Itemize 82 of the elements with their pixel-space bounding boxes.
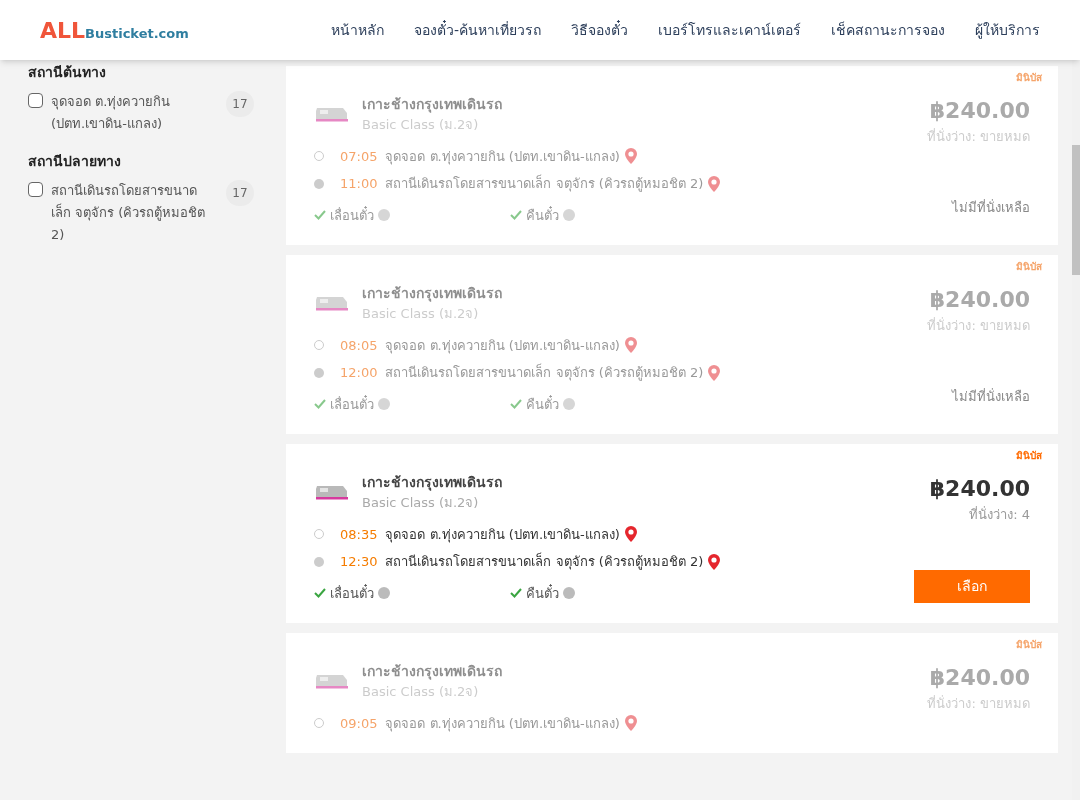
nav-link[interactable]: วิธีจองตั๋ว bbox=[571, 19, 628, 41]
map-pin-icon bbox=[623, 147, 638, 166]
operator-name: เกาะช้างกรุงเทพเดินรถ bbox=[362, 662, 502, 682]
trip-price: ฿240.00 bbox=[929, 664, 1030, 692]
vehicle-type: มินิบัส bbox=[1016, 71, 1042, 85]
stop-time: 11:00 bbox=[340, 175, 378, 193]
bus-logo-icon bbox=[314, 672, 350, 691]
feature-label: คืนตั๋ว bbox=[526, 394, 559, 414]
bus-class: Basic Class (ม.2จ) bbox=[362, 494, 480, 512]
filter-option-label: จุดจอด ต.ทุ่งควายกิน (ปตท.เขาดิน-แกลง) bbox=[51, 93, 172, 133]
check-icon bbox=[510, 210, 522, 221]
count-badge: 17 bbox=[226, 91, 254, 117]
operator-name: เกาะช้างกรุงเทพเดินรถ bbox=[362, 95, 502, 115]
trip-price: ฿240.00 bbox=[929, 97, 1030, 125]
feature-label: เลื่อนตั๋ว bbox=[330, 394, 374, 414]
timeline-start-icon bbox=[314, 340, 324, 351]
timeline-start-icon bbox=[314, 529, 324, 540]
stop-time: 07:05 bbox=[340, 147, 378, 166]
check-icon bbox=[510, 588, 522, 599]
stop-name: จุดจอด ต.ทุ่งควายกิน (ปตท.เขาดิน-แกลง) bbox=[385, 525, 620, 544]
vehicle-type: มินิบัส bbox=[1016, 260, 1042, 274]
stop-time: 12:30 bbox=[340, 553, 378, 571]
trip-price: ฿240.00 bbox=[929, 286, 1030, 314]
map-pin-icon bbox=[623, 336, 638, 355]
vehicle-type: มินิบัส bbox=[1016, 638, 1042, 652]
operator-name: เกาะช้างกรุงเทพเดินรถ bbox=[362, 473, 502, 493]
stop-time: 08:05 bbox=[340, 336, 378, 355]
nav-link[interactable]: เบอร์โทรและเคาน์เตอร์ bbox=[658, 19, 801, 41]
operator-name: เกาะช้างกรุงเทพเดินรถ bbox=[362, 284, 502, 304]
sold-out-text: ไม่มีที่นั่งเหลือ bbox=[952, 387, 1030, 406]
stop-time: 09:05 bbox=[340, 714, 378, 733]
seats-available: ที่นั่งว่าง: 4 bbox=[969, 505, 1030, 524]
filter-heading: สถานีต้นทาง bbox=[28, 63, 107, 82]
timeline-end-icon bbox=[314, 556, 324, 567]
filter-heading: สถานีปลายทาง bbox=[28, 152, 122, 171]
check-icon bbox=[510, 399, 522, 410]
vehicle-type: มินิบัส bbox=[1016, 449, 1042, 463]
info-icon bbox=[378, 209, 390, 222]
stop-time: 12:00 bbox=[340, 364, 378, 382]
sold-out-text: ไม่มีที่นั่งเหลือ bbox=[952, 198, 1030, 217]
stop-name: สถานีเดินรถโดยสารขนาดเล็ก จตุจักร (คิวรถตู้หมอชิต 2) bbox=[385, 363, 704, 383]
timeline-start-icon bbox=[314, 151, 324, 162]
nav-link[interactable]: เช็คสถานะการจอง bbox=[831, 19, 945, 41]
bus-logo-icon bbox=[314, 294, 350, 313]
scrollbar-thumb[interactable] bbox=[1072, 145, 1080, 275]
nav-link[interactable]: จองตั๋ว-ค้นหาเที่ยวรถ bbox=[413, 19, 541, 41]
stop-name: จุดจอด ต.ทุ่งควายกิน (ปตท.เขาดิน-แกลง) bbox=[385, 336, 620, 355]
timeline-end-icon bbox=[314, 367, 324, 378]
stop-name: สถานีเดินรถโดยสารขนาดเล็ก จตุจักร (คิวรถตู้หมอชิต 2) bbox=[385, 174, 704, 194]
filter-checkbox[interactable] bbox=[28, 93, 43, 108]
map-pin-icon bbox=[623, 714, 638, 733]
map-pin-icon bbox=[707, 363, 722, 382]
filter-checkbox[interactable] bbox=[28, 182, 43, 197]
stop-name: จุดจอด ต.ทุ่งควายกิน (ปตท.เขาดิน-แกลง) bbox=[385, 147, 620, 166]
bus-logo-icon bbox=[314, 105, 350, 124]
info-icon bbox=[563, 587, 575, 600]
map-pin-icon bbox=[623, 525, 638, 544]
count-badge: 17 bbox=[226, 180, 254, 206]
nav-link[interactable]: หน้าหลัก bbox=[330, 19, 384, 41]
feature-label: คืนตั๋ว bbox=[526, 205, 559, 225]
stop-time: 08:35 bbox=[340, 525, 378, 544]
feature-label: คืนตั๋ว bbox=[526, 583, 559, 603]
map-pin-icon bbox=[707, 174, 722, 193]
site-logo[interactable]: ALLBusticket.com bbox=[40, 13, 189, 47]
bus-logo-icon bbox=[314, 483, 350, 502]
info-icon bbox=[563, 209, 575, 222]
check-icon bbox=[314, 210, 326, 221]
info-icon bbox=[563, 398, 575, 411]
nav-link[interactable]: ผู้ให้บริการ bbox=[975, 19, 1040, 41]
timeline-end-icon bbox=[314, 178, 324, 189]
feature-label: เลื่อนตั๋ว bbox=[330, 205, 374, 225]
map-pin-icon bbox=[707, 552, 722, 571]
stop-name: จุดจอด ต.ทุ่งควายกิน (ปตท.เขาดิน-แกลง) bbox=[385, 714, 620, 733]
trip-price: ฿240.00 bbox=[929, 475, 1030, 503]
feature-label: เลื่อนตั๋ว bbox=[330, 583, 374, 603]
stop-name: สถานีเดินรถโดยสารขนาดเล็ก จตุจักร (คิวรถตู้หมอชิต 2) bbox=[385, 552, 704, 572]
info-icon bbox=[378, 587, 390, 600]
info-icon bbox=[378, 398, 390, 411]
check-icon bbox=[314, 399, 326, 410]
filter-option-label: สถานีเดินรถโดยสารขนาดเล็ก จตุจักร (คิวรถตู้หมอชิต 2) bbox=[51, 182, 207, 244]
check-icon bbox=[314, 588, 326, 599]
timeline-start-icon bbox=[314, 718, 324, 729]
